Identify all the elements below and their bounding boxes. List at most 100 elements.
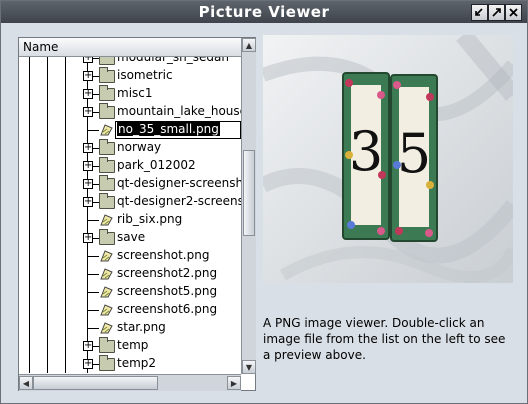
expand-toggle-icon[interactable]: + [83,179,93,189]
viewer-caption: A PNG image viewer. Double-click an imag… [263,316,506,362]
vertical-scrollbar[interactable]: ▲ ▼ [241,38,256,374]
folder-icon [99,175,115,191]
expand-toggle-icon[interactable]: + [83,143,93,153]
tree-file-row[interactable]: screenshot.png [19,247,241,265]
image-file-icon [100,286,113,298]
folder-icon [99,67,115,83]
tile-right: 5 [390,74,438,242]
window-title: Picture Viewer [198,3,330,21]
picture-viewer-window: Picture Viewer Name + modular_sh_sedan + is… [0,0,528,404]
expand-toggle-icon[interactable]: + [83,359,93,369]
tree-item-label: screenshot6.png [117,302,218,316]
tree-folder-row[interactable]: + temp2 [19,355,241,373]
scroll-up-button[interactable]: ▲ [242,38,256,52]
folder-icon [99,229,115,245]
tree-rows: + modular_sh_sedan + isometric + misc1 + mounta… [19,57,241,373]
tree-item-label: screenshot2.png [117,266,218,280]
tree-file-row[interactable]: screenshot6.png [19,301,241,319]
scroll-right-button[interactable]: ▶ [227,376,241,390]
tree-folder-row[interactable]: + temp [19,337,241,355]
tree-folder-row[interactable]: + modular_sh_sedan [19,57,241,67]
expand-toggle-icon[interactable]: + [83,161,93,171]
tree-item-label: misc1 [117,86,153,100]
name-column-label: Name [23,40,59,54]
tree-folder-row[interactable]: + qt-designer-screensho [19,175,241,193]
tree-item-label: modular_sh_sedan [117,57,229,64]
image-file-icon [100,124,113,136]
digit-five: 5 [397,122,431,185]
folder-icon [99,157,115,173]
expand-toggle-icon[interactable]: + [83,197,93,207]
expand-toggle-icon[interactable]: + [83,57,93,63]
tree-item-label: park_012002 [117,158,196,172]
tree-folder-row[interactable]: + save [19,229,241,247]
image-preview: 3 5 [263,35,513,283]
maximize-button[interactable] [488,4,505,21]
minimize-button[interactable] [471,4,488,21]
tree-connector [87,130,99,131]
expand-toggle-icon[interactable]: + [83,89,93,99]
image-file-icon [100,268,113,280]
image-file-icon [100,322,113,334]
tree-item-label: rib_six.png [117,212,183,226]
tree-item-label: temp2 [117,356,157,370]
tree-connector [87,256,99,257]
tree-folder-row[interactable]: + qt-designer2-screensh [19,193,241,211]
maximize-icon [492,8,501,17]
name-column-header[interactable]: Name [19,38,241,57]
folder-icon [99,193,115,209]
horizontal-scroll-thumb[interactable] [33,376,158,390]
tree-connector [87,292,99,293]
expand-toggle-icon[interactable]: + [83,71,93,81]
tree-folder-row[interactable]: + park_012002 [19,157,241,175]
expand-toggle-icon[interactable]: + [83,233,93,243]
image-file-icon [100,304,113,316]
expand-toggle-icon[interactable]: + [83,341,93,351]
vertical-scroll-thumb[interactable] [243,150,255,236]
close-button[interactable] [505,4,522,21]
folder-icon [99,355,115,371]
tree-item-label: qt-designer-screensho [117,176,241,190]
tree-folder-row[interactable]: + misc1 [19,85,241,103]
scroll-left-button[interactable]: ◀ [19,376,33,390]
file-tree[interactable]: Name + modular_sh_sedan + isometric + misc1 + m… [18,37,256,391]
title-bar[interactable]: Picture Viewer [1,1,527,23]
folder-icon [99,57,115,65]
tree-connector [87,220,99,221]
tree-item-label: star.png [117,320,166,334]
folder-icon [99,337,115,353]
tile-left: 3 [342,72,390,240]
tree-connector [87,310,99,311]
folder-icon [99,85,115,101]
expand-toggle-icon[interactable]: + [83,107,93,117]
tree-connector [87,274,99,275]
folder-icon [99,139,115,155]
tree-item-label: save [117,230,146,244]
close-icon [509,8,518,17]
tree-item-label: qt-designer2-screensh [117,194,241,208]
tree-file-row[interactable]: star.png [19,319,241,337]
tree-file-row[interactable]: rib_six.png [19,211,241,229]
image-file-icon [100,250,113,262]
digit-three: 3 [349,120,383,183]
tree-item-label: screenshot5.png [117,284,218,298]
minimize-icon [475,8,483,16]
scroll-down-button[interactable]: ▼ [242,360,256,374]
tree-file-row[interactable]: screenshot5.png [19,283,241,301]
tree-folder-row[interactable]: + mountain_lake_house [19,103,241,121]
tree-file-row[interactable]: screenshot2.png [19,265,241,283]
tree-item-label: norway [117,140,162,154]
tree-connector [87,328,99,329]
horizontal-scrollbar[interactable]: ◀ ▶ [19,374,241,391]
tree-item-label: isometric [117,68,173,82]
tree-file-row[interactable]: no_35_small.png [19,121,241,139]
tree-item-label: mountain_lake_house [117,104,241,118]
tree-item-label: screenshot.png [117,248,210,262]
tree-item-label: temp [117,338,149,352]
tree-folder-row[interactable]: + norway [19,139,241,157]
image-file-icon [100,214,113,226]
tree-item-label: no_35_small.png [117,122,220,136]
preview-image: 3 5 [263,35,513,283]
folder-icon [99,103,115,119]
tree-folder-row[interactable]: + isometric [19,67,241,85]
